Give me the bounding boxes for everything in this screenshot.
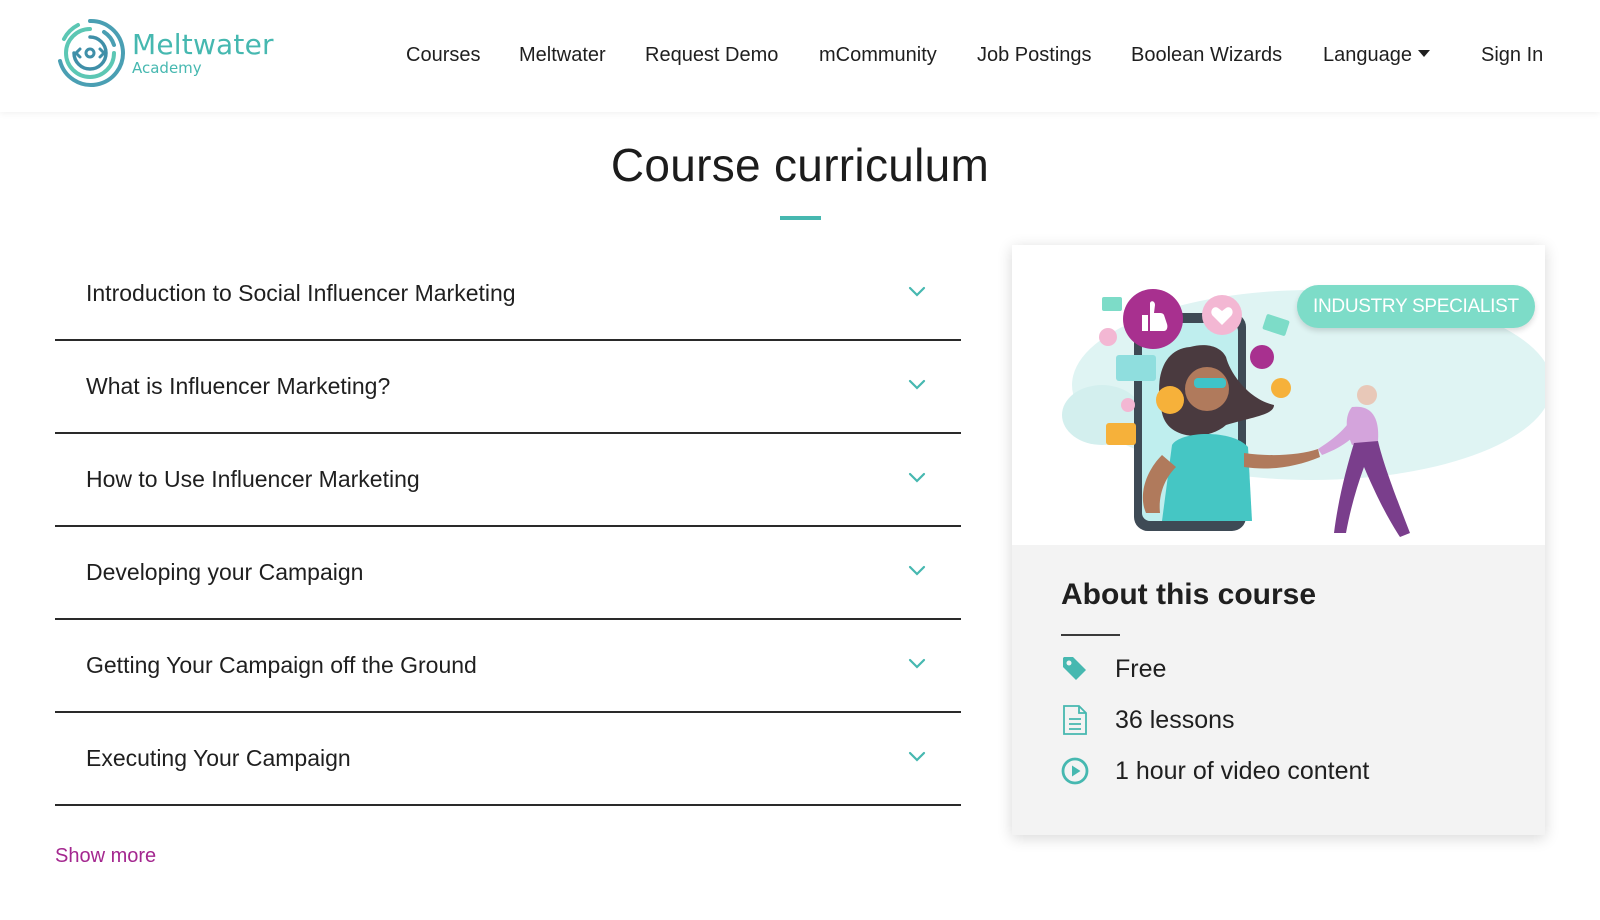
module-row[interactable]: Developing your Campaign [55,527,961,620]
module-title: Getting Your Campaign off the Ground [86,652,477,678]
module-title: Executing Your Campaign [86,745,351,771]
page-title: Course curriculum [610,139,990,191]
fact-price-text: Free [1115,654,1167,683]
nav-job-postings[interactable]: Job Postings [977,40,1092,70]
chevron-down-icon [908,751,926,762]
fact-video: 1 hour of video content [1061,755,1369,787]
nav-meltwater[interactable]: Meltwater [519,40,606,70]
module-row[interactable]: Getting Your Campaign off the Ground [55,620,961,713]
chevron-down-icon [908,565,926,576]
module-title: How to Use Influencer Marketing [86,466,420,492]
fact-video-text: 1 hour of video content [1115,756,1370,785]
module-row[interactable]: What is Influencer Marketing? [55,341,961,434]
price-tag-icon [1061,654,1089,684]
about-course-title: About this course [1061,578,1317,611]
module-title: Developing your Campaign [86,559,364,585]
about-divider [1061,634,1120,636]
caret-down-icon [1417,50,1430,58]
module-row[interactable]: Executing Your Campaign [55,713,961,806]
chevron-down-icon [908,658,926,669]
play-circle-icon [1061,756,1089,786]
chevron-down-icon [908,286,926,297]
title-underline [780,216,821,220]
main-nav: Courses Meltwater Request Demo mCommunit… [0,40,1600,70]
document-icon [1061,705,1089,735]
site-header: Meltwater Academy Courses Meltwater Requ… [0,0,1600,112]
nav-mcommunity[interactable]: mCommunity [819,40,937,70]
nav-boolean-wizards[interactable]: Boolean Wizards [1131,40,1282,70]
curriculum-accordion: Introduction to Social Influencer Market… [55,248,961,806]
nav-courses[interactable]: Courses [406,40,480,70]
show-more-link[interactable]: Show more [55,845,156,868]
nav-request-demo[interactable]: Request Demo [645,40,778,70]
module-row[interactable]: Introduction to Social Influencer Market… [55,248,961,341]
module-row[interactable]: How to Use Influencer Marketing [55,434,961,527]
chevron-down-icon [908,472,926,483]
fact-lessons-text: 36 lessons [1115,705,1235,734]
chevron-down-icon [908,379,926,390]
course-hero-illustration: INDUSTRY SPECIALIST [1012,245,1545,545]
sign-in-link[interactable]: Sign In [1481,40,1543,70]
fact-lessons: 36 lessons [1061,704,1235,736]
course-info-card: INDUSTRY SPECIALIST About this course Fr… [1012,245,1545,835]
language-label: Language [1323,44,1412,66]
language-dropdown[interactable]: Language [1323,40,1430,70]
module-title: Introduction to Social Influencer Market… [86,280,516,306]
module-title: What is Influencer Marketing? [86,373,391,399]
industry-specialist-badge: INDUSTRY SPECIALIST [1297,285,1535,328]
fact-price: Free [1061,653,1166,685]
